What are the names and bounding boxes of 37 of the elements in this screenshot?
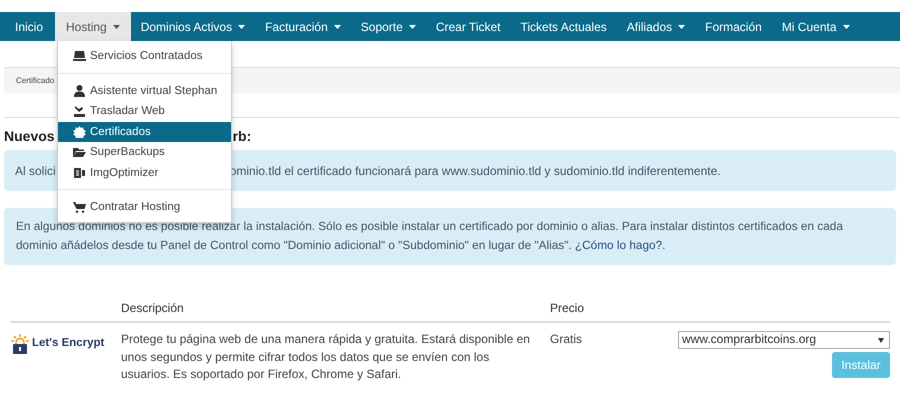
nav-menu-item[interactable]: Afiliados (616, 12, 696, 41)
padlock-sun-icon (10, 333, 30, 355)
nav-menu-item[interactable]: Inicio (0, 12, 54, 41)
column-header: Descripción (121, 301, 185, 315)
help-link[interactable]: ¿Cómo lo hago? (574, 238, 662, 252)
nav-menu-item[interactable]: Formación (695, 12, 772, 41)
nav-menu-item[interactable]: Tickets Actuales (510, 12, 617, 41)
user-icon (73, 84, 86, 97)
table-cell-text: Gratis (550, 331, 584, 348)
brand-name: Let's Encrypt (32, 336, 104, 352)
table-cell-text: Protege tu página web de una manera rápida y gratuita. Estará disponible en unos segundos y permite cifrar todos los datos que se envíen con los usuarios. Es soportado por Firefox, Chrome y Safari. (121, 331, 531, 383)
server-icon (73, 50, 86, 62)
nav-menu-item[interactable]: Hosting (55, 12, 131, 41)
dropdown-menu-item[interactable]: Certificados (58, 122, 231, 142)
section-heading: Nuevos (4, 128, 55, 144)
dropdown-menu-item[interactable]: Contratar Hosting (58, 197, 231, 218)
dropdown-menu-item[interactable]: Asistente virtual Stephan (58, 80, 231, 101)
section-heading: rb: (232, 128, 252, 144)
folder-icon (73, 146, 86, 158)
nav-menu-item[interactable]: Dominios Activos (130, 12, 256, 41)
domain-dropdown[interactable]: www.comprarbitcoins.org (678, 331, 890, 349)
nav-menu-item[interactable]: Mi Cuenta (772, 12, 860, 41)
dropdown-menu-item[interactable]: Trasladar Web (58, 101, 231, 122)
dropdown-menu-item[interactable]: ImgOptimizer (58, 162, 231, 183)
dropdown-arrow-icon (878, 338, 884, 342)
column-header: Precio (550, 301, 586, 315)
nav-menu-item[interactable]: Soporte (350, 12, 426, 41)
dropdown-menu-item[interactable]: SuperBackups (58, 142, 231, 162)
alert-text: ominio.tld el certificado funcionará para www.sudominio.tld y sudominio.tld indiferentemente. (230, 164, 721, 178)
breadcrumb-link[interactable]: Certificado (16, 76, 54, 85)
cart-icon (73, 201, 86, 214)
alert-text: En algunos dominios no es posible realizar la instalación. Sólo es posible instalar un certificado por dominio o alias. Para instalar distintos certificados en cada dominio añádelos desde tu Panel de Control como "Dominio adicional" o "Subdominio" en lugar de "Alias". ¿Cómo lo hago?. (16, 219, 843, 252)
nav-menu-item[interactable]: Facturación (255, 12, 351, 41)
badge-icon (73, 126, 86, 138)
dropdown-menu-item[interactable]: Servicios Contratados (58, 46, 231, 66)
nav-menu-item[interactable]: Crear Ticket (426, 12, 510, 41)
alert-text: Al solici (15, 164, 56, 178)
